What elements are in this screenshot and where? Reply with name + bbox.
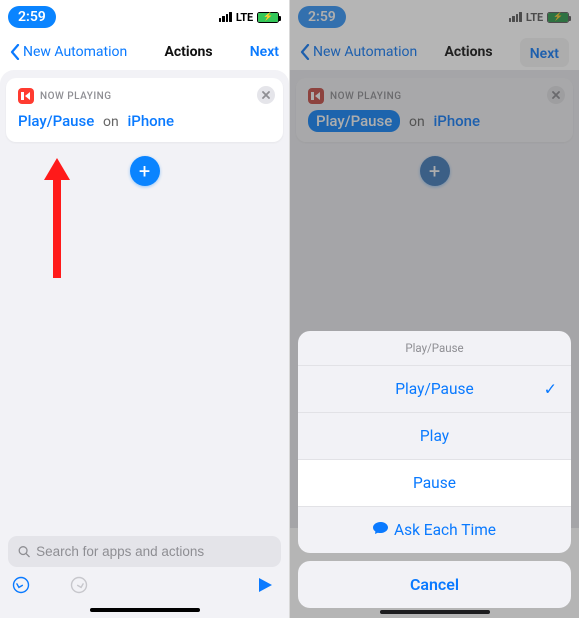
search-icon bbox=[18, 545, 30, 558]
checkmark-icon: ✓ bbox=[544, 380, 557, 399]
option-play[interactable]: Play bbox=[298, 413, 571, 460]
nav-bar: New Automation Actions Next bbox=[0, 34, 289, 70]
action-sheet: Play/Pause Play/Pause ✓ Play Pause Ask E… bbox=[298, 331, 571, 608]
red-arrow-icon bbox=[40, 158, 74, 278]
close-icon bbox=[262, 91, 270, 99]
run-button[interactable] bbox=[257, 577, 273, 598]
content-area: NOW PLAYING Play/Pause on iPhone + bbox=[0, 70, 289, 528]
status-right: LTE ⚡ bbox=[219, 11, 279, 24]
charging-icon: ⚡ bbox=[263, 13, 273, 21]
bottom-toolbar bbox=[0, 528, 289, 618]
option-ask[interactable]: Ask Each Time bbox=[298, 507, 571, 553]
page-title: Actions bbox=[164, 44, 212, 60]
battery-icon: ⚡ bbox=[257, 12, 279, 23]
now-playing-label: NOW PLAYING bbox=[40, 91, 112, 102]
undo-icon bbox=[12, 576, 30, 594]
option-pause[interactable]: Pause bbox=[298, 460, 571, 507]
chevron-left-icon bbox=[10, 44, 20, 60]
redo-icon bbox=[70, 576, 88, 594]
option-playpause[interactable]: Play/Pause ✓ bbox=[298, 366, 571, 413]
cellular-bars-icon bbox=[219, 12, 232, 22]
sheet-title: Play/Pause bbox=[298, 331, 571, 366]
search-field[interactable] bbox=[8, 536, 281, 567]
action-on: on bbox=[103, 114, 119, 130]
back-label: New Automation bbox=[23, 44, 127, 60]
next-button[interactable]: Next bbox=[250, 44, 279, 60]
status-time: 2:59 bbox=[8, 6, 56, 28]
home-indicator[interactable] bbox=[90, 608, 200, 612]
action-token[interactable]: Play/Pause bbox=[18, 112, 94, 130]
home-indicator[interactable] bbox=[380, 610, 490, 614]
action-card[interactable]: NOW PLAYING Play/Pause on iPhone bbox=[6, 78, 283, 142]
plus-icon: + bbox=[139, 159, 150, 183]
now-playing-icon bbox=[18, 88, 34, 104]
carrier-label: LTE bbox=[236, 11, 253, 24]
status-bar: 2:59 LTE ⚡ bbox=[0, 0, 289, 34]
message-icon bbox=[373, 522, 388, 539]
undo-button[interactable] bbox=[12, 576, 30, 599]
play-icon bbox=[257, 577, 273, 593]
card-close-button[interactable] bbox=[257, 86, 275, 104]
add-action-button[interactable]: + bbox=[130, 156, 160, 186]
back-button[interactable]: New Automation bbox=[10, 44, 127, 60]
search-input[interactable] bbox=[36, 544, 271, 559]
cancel-button[interactable]: Cancel bbox=[298, 561, 571, 608]
device-token[interactable]: iPhone bbox=[127, 112, 174, 130]
action-text: Play/Pause on iPhone bbox=[18, 112, 271, 130]
redo-button bbox=[70, 576, 88, 599]
